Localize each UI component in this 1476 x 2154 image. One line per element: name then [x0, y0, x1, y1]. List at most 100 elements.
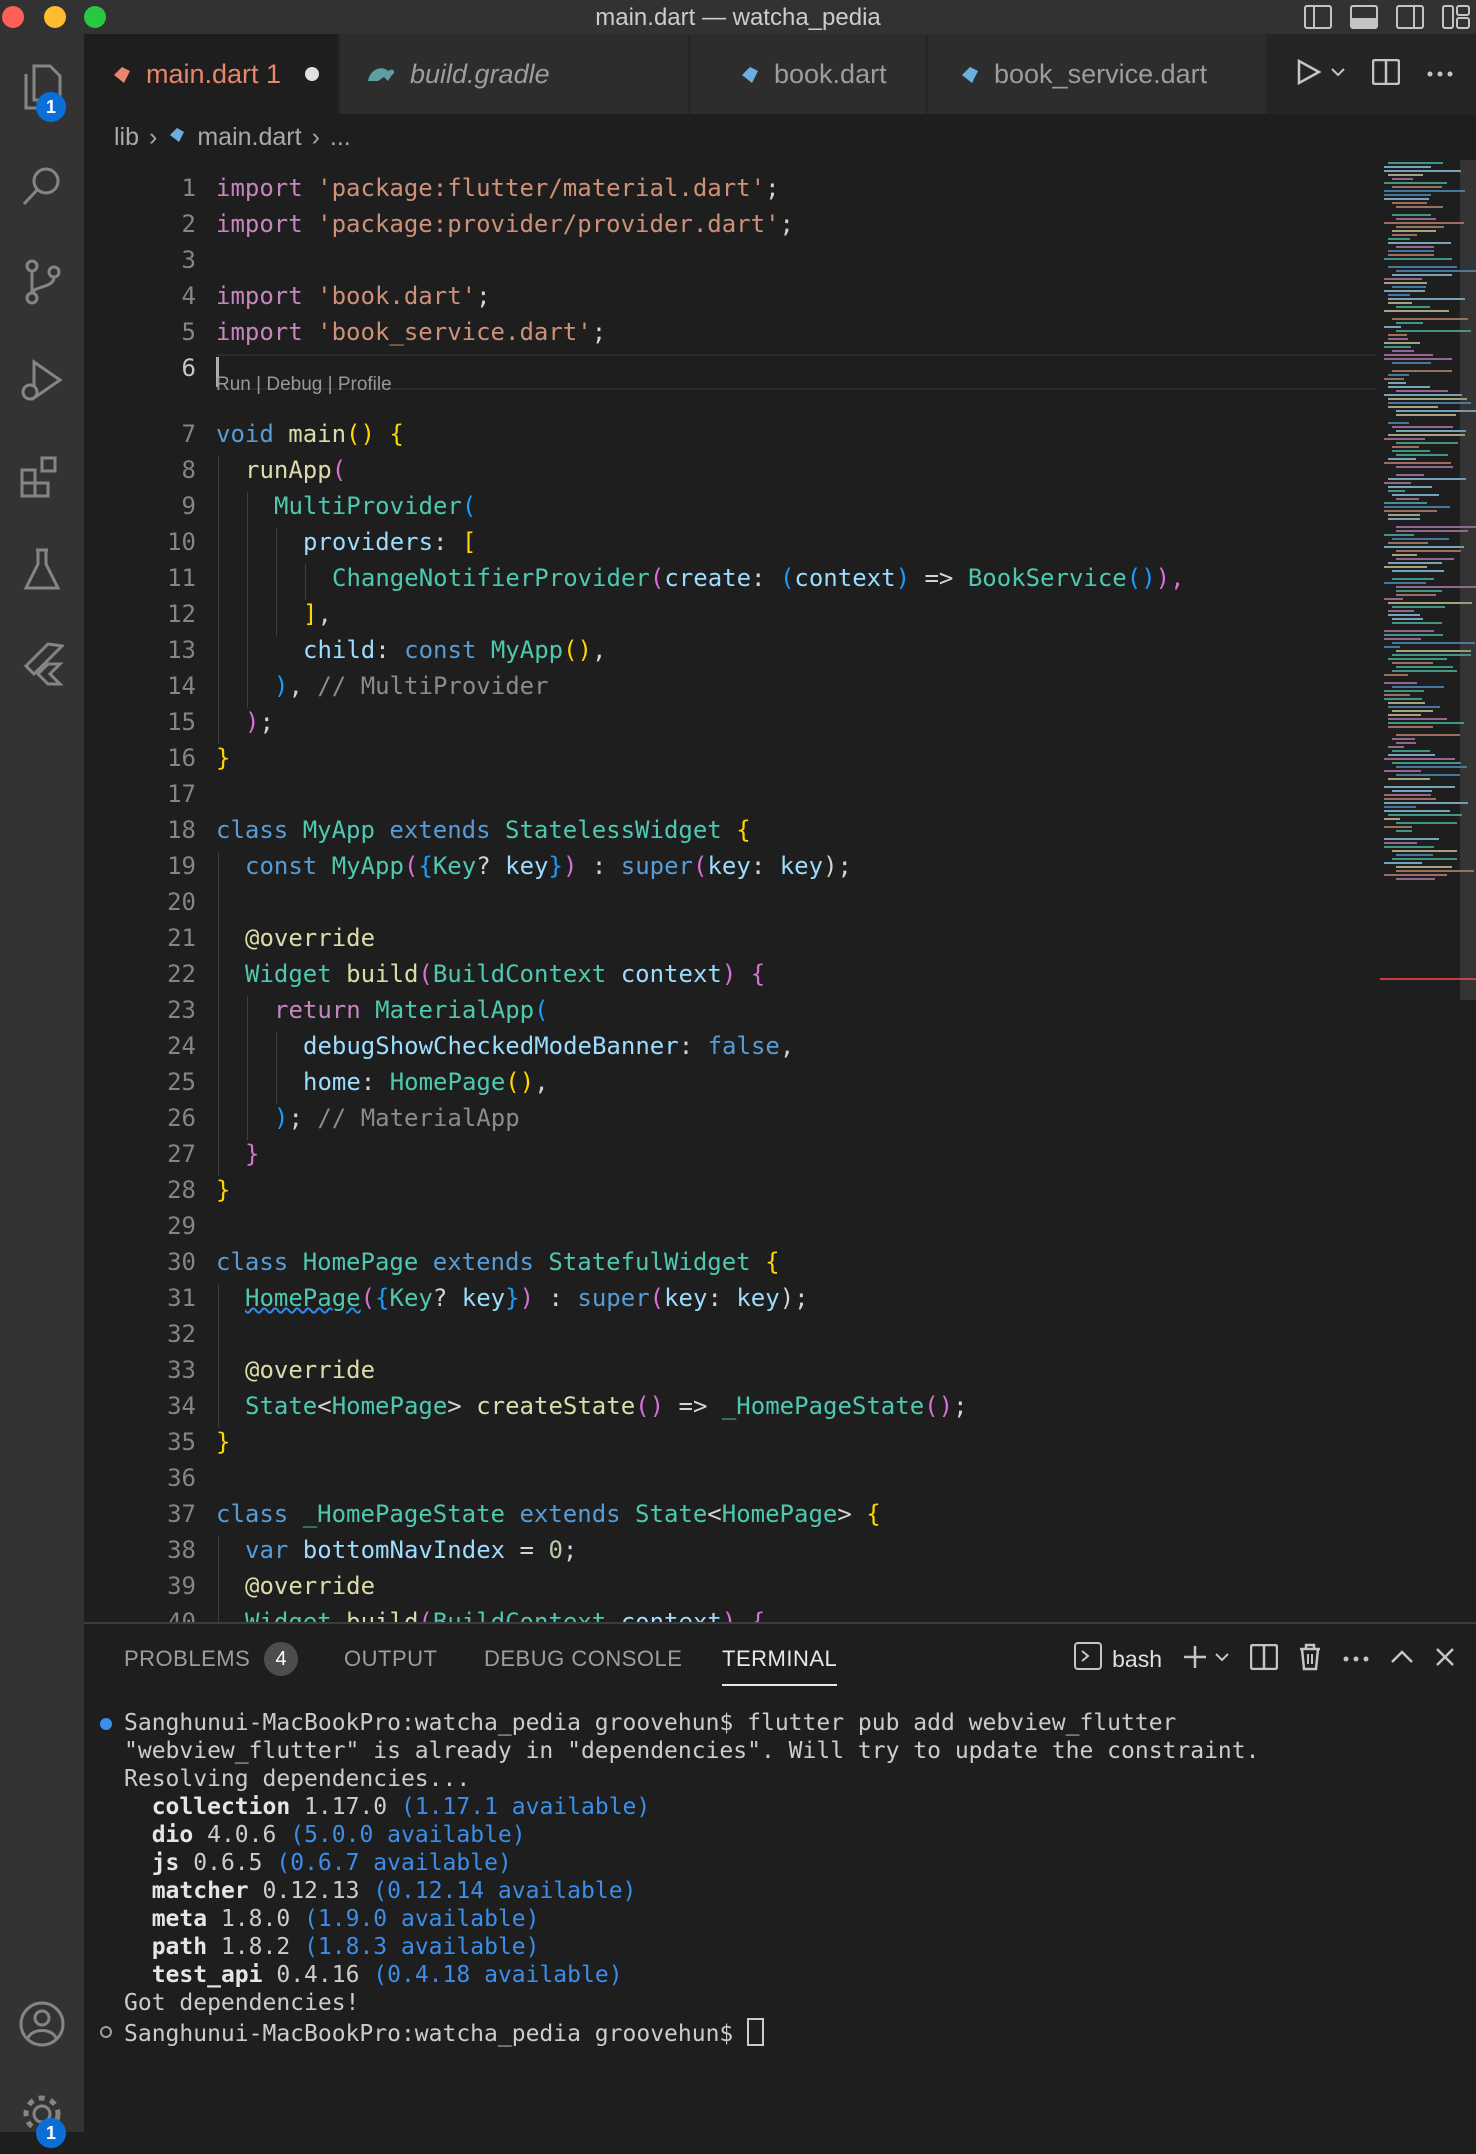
tab-label: book.dart — [774, 58, 887, 89]
run-and-debug-icon[interactable] — [0, 340, 84, 420]
minimap-line — [1388, 610, 1414, 612]
toggle-secondary-sidebar-icon[interactable] — [1394, 2, 1426, 32]
close-panel-icon[interactable] — [1434, 1646, 1456, 1673]
code-line[interactable]: } — [245, 1140, 259, 1168]
code-line[interactable]: HomePage({Key? key}) : super(key: key); — [245, 1284, 809, 1312]
minimap-line — [1392, 286, 1426, 288]
line-number: 10 — [167, 528, 196, 556]
line-number: 7 — [181, 420, 196, 448]
code-line[interactable]: import 'book.dart'; — [216, 282, 491, 310]
tab-debug-console[interactable]: DEBUG CONSOLE — [484, 1624, 682, 1694]
code-line[interactable]: State<HomePage> createState() => _HomePa… — [245, 1392, 968, 1420]
minimap-line — [1396, 866, 1452, 868]
code-line[interactable]: runApp( — [245, 456, 346, 484]
editor-scrollbar[interactable] — [1460, 160, 1476, 1622]
source-control-icon[interactable] — [0, 242, 84, 322]
code-line[interactable]: @override — [245, 1572, 375, 1600]
kill-terminal-trash-icon[interactable] — [1298, 1643, 1322, 1676]
code-line[interactable]: import 'package:provider/provider.dart'; — [216, 210, 794, 238]
terminal-options-chevron-icon[interactable] — [1214, 1650, 1230, 1668]
customize-layout-icon[interactable] — [1440, 2, 1472, 32]
breadcrumb-folder[interactable]: lib — [114, 123, 139, 152]
code-line[interactable]: Widget build(BuildContext context) { — [245, 960, 765, 988]
flutter-icon[interactable] — [0, 624, 84, 704]
tab-book-dart[interactable]: book.dart — [690, 34, 926, 114]
minimap-line — [1388, 238, 1410, 240]
minimap-line — [1396, 466, 1453, 468]
split-terminal-icon[interactable] — [1249, 1643, 1279, 1675]
minimap-line — [1388, 398, 1467, 400]
minimap-line — [1384, 342, 1420, 344]
minimap-line — [1396, 390, 1448, 392]
code-line[interactable]: ); // MaterialApp — [274, 1104, 520, 1132]
code-line[interactable]: Widget build(BuildContext context) { — [245, 1608, 765, 1622]
tab-main-dart[interactable]: main.dart 1 — [84, 34, 338, 114]
minimap-line — [1392, 370, 1452, 372]
code-line[interactable]: child: const MyApp(), — [303, 636, 606, 664]
minimap-line — [1396, 414, 1456, 416]
code-line[interactable]: const MyApp({Key? key}) : super(key: key… — [245, 852, 852, 880]
settings-gear-icon[interactable]: 1 — [0, 2074, 84, 2154]
run-options-chevron-icon[interactable] — [1330, 65, 1346, 83]
code-line[interactable]: void main() { — [216, 420, 404, 448]
line-number: 37 — [167, 1500, 196, 1528]
more-actions-icon[interactable] — [1342, 1650, 1370, 1668]
dart-file-icon — [167, 123, 187, 152]
code-line[interactable]: } — [216, 1428, 230, 1456]
code-line[interactable]: home: HomePage(), — [303, 1068, 549, 1096]
maximize-panel-chevron-up-icon[interactable] — [1390, 1649, 1414, 1670]
minimap-line — [1392, 738, 1415, 740]
split-editor-icon[interactable] — [1371, 58, 1401, 90]
more-actions-icon[interactable] — [1426, 65, 1454, 83]
explorer-icon[interactable]: 1 — [0, 46, 84, 126]
terminal-prompt-line[interactable]: Sanghunui-MacBookPro:watcha_pedia groove… — [100, 2018, 765, 2047]
code-line[interactable]: class _HomePageState extends State<HomeP… — [216, 1500, 881, 1528]
code-line[interactable]: ), // MultiProvider — [274, 672, 549, 700]
unsaved-dot-icon[interactable] — [305, 67, 320, 81]
code-line[interactable]: class MyApp extends StatelessWidget { — [216, 816, 751, 844]
minimap-line — [1392, 662, 1433, 664]
minimap-line — [1388, 746, 1404, 748]
new-terminal-plus-icon[interactable] — [1182, 1644, 1208, 1675]
editor-scroll-thumb[interactable] — [1460, 160, 1476, 1000]
tab-problems[interactable]: PROBLEMS 4 — [124, 1624, 299, 1694]
code-line[interactable]: return MaterialApp( — [274, 996, 549, 1024]
code-line[interactable]: } — [216, 744, 230, 772]
code-line[interactable]: ChangeNotifierProvider(create: (context)… — [332, 564, 1185, 592]
line-number: 11 — [167, 564, 196, 592]
code-line[interactable]: import 'package:flutter/material.dart'; — [216, 174, 780, 202]
code-line[interactable]: ); — [245, 708, 274, 736]
code-line[interactable]: class HomePage extends StatefulWidget { — [216, 1248, 780, 1276]
terminal-shell-selector[interactable]: bash — [1074, 1642, 1162, 1676]
toggle-primary-sidebar-icon[interactable] — [1302, 2, 1334, 32]
line-number: 14 — [167, 672, 196, 700]
code-line[interactable]: var bottomNavIndex = 0; — [245, 1536, 577, 1564]
code-line[interactable]: @override — [245, 1356, 375, 1384]
extensions-icon[interactable] — [0, 436, 84, 516]
breadcrumb-more[interactable]: ... — [330, 123, 351, 152]
terminal-line: Got dependencies! — [124, 1990, 360, 2016]
code-editor[interactable]: 1 2 3 4 5 6 7 8 9 10 11 12 13 14 15 16 17 18 19 20 21 22 23 24 2… — [84, 160, 1476, 1622]
code-line[interactable]: } — [216, 1176, 230, 1204]
tab-book-service-dart[interactable]: book_service.dart — [928, 34, 1266, 114]
minimap-line — [1396, 474, 1424, 476]
minimap-line — [1396, 442, 1458, 444]
tab-output[interactable]: OUTPUT — [344, 1624, 437, 1694]
code-line[interactable]: MultiProvider( — [274, 492, 476, 520]
breadcrumb-file[interactable]: main.dart — [197, 123, 301, 152]
minimap-line — [1388, 706, 1440, 708]
tab-terminal[interactable]: TERMINAL — [722, 1624, 838, 1694]
run-play-icon[interactable] — [1296, 58, 1322, 91]
tab-build-gradle[interactable]: build.gradle — [340, 34, 688, 114]
code-line[interactable]: @override — [245, 924, 375, 952]
account-icon[interactable] — [0, 1984, 84, 2064]
code-line[interactable]: import 'book_service.dart'; — [216, 318, 606, 346]
minimap-line — [1392, 750, 1430, 752]
testing-icon[interactable] — [0, 530, 84, 610]
toggle-panel-icon[interactable] — [1348, 2, 1380, 32]
search-icon[interactable] — [0, 146, 84, 226]
code-line[interactable]: ], — [303, 600, 332, 628]
codelens-run-debug-profile[interactable]: Run | Debug | Profile — [216, 374, 392, 396]
code-line[interactable]: providers: [ — [303, 528, 476, 556]
code-line[interactable]: debugShowCheckedModeBanner: false, — [303, 1032, 794, 1060]
